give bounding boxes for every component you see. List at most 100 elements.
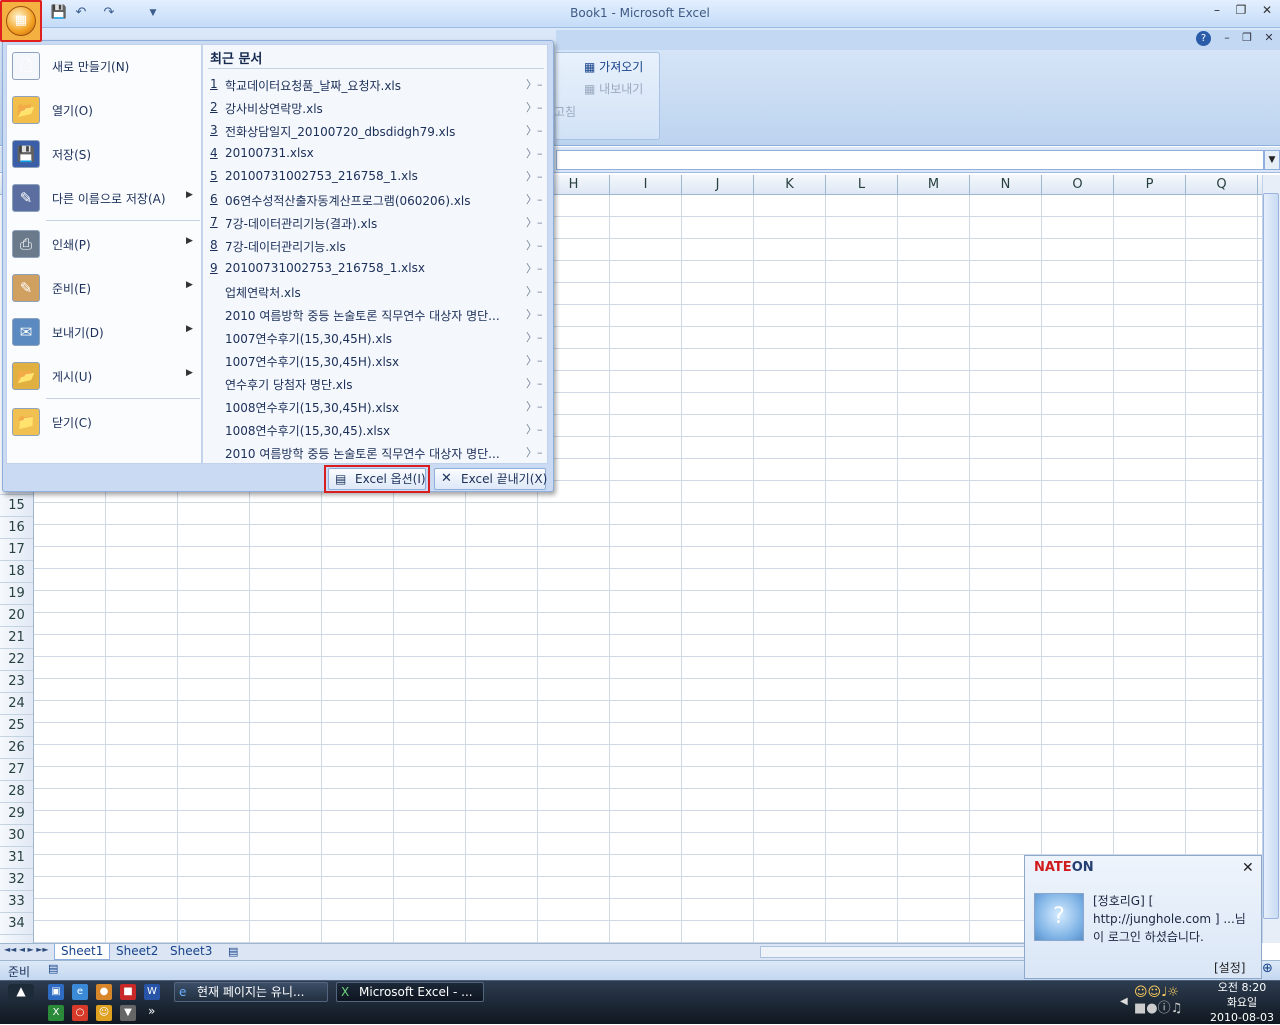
redo-icon[interactable]: ↷ [100,4,118,22]
vertical-scroll-thumb[interactable] [1263,193,1279,919]
column-header[interactable]: K [754,175,826,195]
recent-document-item[interactable]: 연수후기 당첨자 명단.xls 〉– [208,372,544,395]
pin-icon[interactable]: 〉– [526,283,543,299]
recent-document-item[interactable]: 6 06연수성적산출자동계산프로그램(060206).xls 〉– [208,188,544,211]
row-header[interactable]: 24 [0,693,33,715]
row-header[interactable]: 32 [0,869,33,891]
system-tray[interactable]: ☺☺♩☼ ■●ⓘ♫ [1134,985,1204,1019]
close-icon[interactable]: ✕ [1242,860,1254,876]
chevron-right-icon[interactable]: » [148,1004,155,1018]
pin-icon[interactable]: 〉– [526,191,543,207]
pin-icon[interactable]: 〉– [526,306,543,322]
office-menu-item[interactable]: 💾 저장(S) [6,132,202,176]
exit-excel-button[interactable]: ✕ Excel 끝내기(X) [434,468,547,490]
chevron-down-icon[interactable]: ▼ [144,4,162,22]
column-header[interactable]: M [898,175,970,195]
row-header[interactable]: 25 [0,715,33,737]
sheet-tab[interactable]: Sheet3 [164,944,218,960]
taskbar-button-ie[interactable]: e 현재 페이지는 유니... [174,982,328,1002]
sheet-tab[interactable]: Sheet1 [54,944,111,960]
ie-icon[interactable]: e [72,984,88,1000]
recent-document-item[interactable]: 2010 여름방학 중등 논술토론 직무연수 대상자 명단... 〉– [208,441,544,464]
row-header[interactable]: 16 [0,517,33,539]
workbook-restore-icon[interactable]: ❐ [1238,31,1256,47]
recent-document-item[interactable]: 1007연수후기(15,30,45H).xlsx 〉– [208,349,544,372]
row-header[interactable]: 26 [0,737,33,759]
office-menu-item[interactable]: 📂 게시(U) ▶ [6,354,202,398]
row-header[interactable]: 31 [0,847,33,869]
row-header[interactable]: 34 [0,913,33,935]
zoom-in-icon[interactable]: ⊕ [1262,961,1273,976]
start-button[interactable]: ▲ [8,984,34,1002]
office-button[interactable]: ▦ [0,0,42,42]
recent-document-item[interactable]: 1008연수후기(15,30,45H).xlsx 〉– [208,395,544,418]
pin-icon[interactable]: 〉– [526,76,543,92]
pin-icon[interactable]: 〉– [526,99,543,115]
pin-icon[interactable]: 〉– [526,329,543,345]
workbook-close-icon[interactable]: ✕ [1260,31,1278,47]
security-icon[interactable]: ▼ [120,1005,136,1021]
row-header[interactable]: 30 [0,825,33,847]
undo-icon[interactable]: ↶ [72,4,90,22]
insert-sheet-icon[interactable]: ▤ [228,945,238,958]
desktop-icon[interactable]: ▣ [48,984,64,1000]
pin-icon[interactable]: 〉– [526,168,543,184]
pin-icon[interactable]: 〉– [526,375,543,391]
pin-icon[interactable]: 〉– [526,122,543,138]
column-header[interactable]: O [1042,175,1114,195]
help-icon[interactable]: ? [1196,31,1211,46]
close-icon[interactable]: ✕ [1256,3,1278,21]
office-menu-item[interactable]: ✉ 보내기(D) ▶ [6,310,202,354]
pin-icon[interactable]: 〉– [526,421,543,437]
recent-document-item[interactable]: 8 7강-데이터관리기능.xls 〉– [208,234,544,257]
recent-document-item[interactable]: 1008연수후기(15,30,45).xlsx 〉– [208,418,544,441]
recent-document-item[interactable]: 7 7강-데이터관리기능(결과).xls 〉– [208,211,544,234]
pin-icon[interactable]: 〉– [526,352,543,368]
restore-icon[interactable]: ❐ [1230,3,1252,21]
excel-icon[interactable]: X [48,1005,64,1021]
office-menu-item[interactable]: 📂 열기(O) [6,88,202,132]
row-header[interactable]: 21 [0,627,33,649]
pin-icon[interactable]: 〉– [526,237,543,253]
recent-document-item[interactable]: 4 20100731.xlsx 〉– [208,142,544,165]
pin-icon[interactable]: 〉– [526,214,543,230]
nateon-settings-link[interactable]: [설정] [1214,959,1245,976]
expand-formula-icon[interactable]: ▼ [1264,150,1280,170]
clock[interactable]: 오전 8:20 화요일 2010-08-03 [1206,980,1278,1025]
row-header[interactable]: 22 [0,649,33,671]
sheet-nav-icon[interactable]: ◄◄ ◄ ► ►► [4,945,49,954]
column-header[interactable]: Q [1186,175,1258,195]
column-header[interactable]: J [682,175,754,195]
column-header[interactable]: P [1114,175,1186,195]
word-icon[interactable]: W [144,984,160,1000]
tray-expand-icon[interactable]: ◀ [1120,996,1128,1007]
office-menu-item[interactable]: ⎙ 인쇄(P) ▶ [6,222,202,266]
recent-document-item[interactable]: 2 강사비상연락망.xls 〉– [208,96,544,119]
macro-record-icon[interactable]: ▤ [48,962,58,975]
recent-document-item[interactable]: 3 전화상담일지_20100720_dbsdidgh79.xls 〉– [208,119,544,142]
row-header[interactable]: 18 [0,561,33,583]
messenger-icon[interactable]: ☺ [96,1005,112,1021]
column-header[interactable]: I [610,175,682,195]
minimize-icon[interactable]: – [1206,3,1228,21]
app-icon[interactable]: ■ [120,984,136,1000]
recent-document-item[interactable]: 9 20100731002753_216758_1.xlsx 〉– [208,257,544,280]
recent-document-item[interactable]: 업체연락처.xls 〉– [208,280,544,303]
row-header[interactable]: 17 [0,539,33,561]
office-menu-item[interactable]: 🗋 새로 만들기(N) [6,44,202,88]
recent-document-item[interactable]: 1007연수후기(15,30,45H).xls 〉– [208,326,544,349]
office-menu-item[interactable]: 📁 닫기(C) [6,400,202,444]
row-header[interactable]: 23 [0,671,33,693]
row-header[interactable]: 19 [0,583,33,605]
recent-document-item[interactable]: 5 20100731002753_216758_1.xls 〉– [208,165,544,188]
taskbar-button-excel[interactable]: X Microsoft Excel - ... [336,982,484,1002]
row-header[interactable]: 28 [0,781,33,803]
column-header[interactable]: L [826,175,898,195]
save-icon[interactable]: 💾 [50,4,68,22]
sheet-tab[interactable]: Sheet2 [110,944,164,960]
pin-icon[interactable]: 〉– [526,260,543,276]
recent-document-item[interactable]: 2010 여름방학 중등 논술토론 직무연수 대상자 명단... 〉– [208,303,544,326]
row-header[interactable]: 15 [0,495,33,517]
pin-icon[interactable]: 〉– [526,145,543,161]
row-header[interactable]: 27 [0,759,33,781]
